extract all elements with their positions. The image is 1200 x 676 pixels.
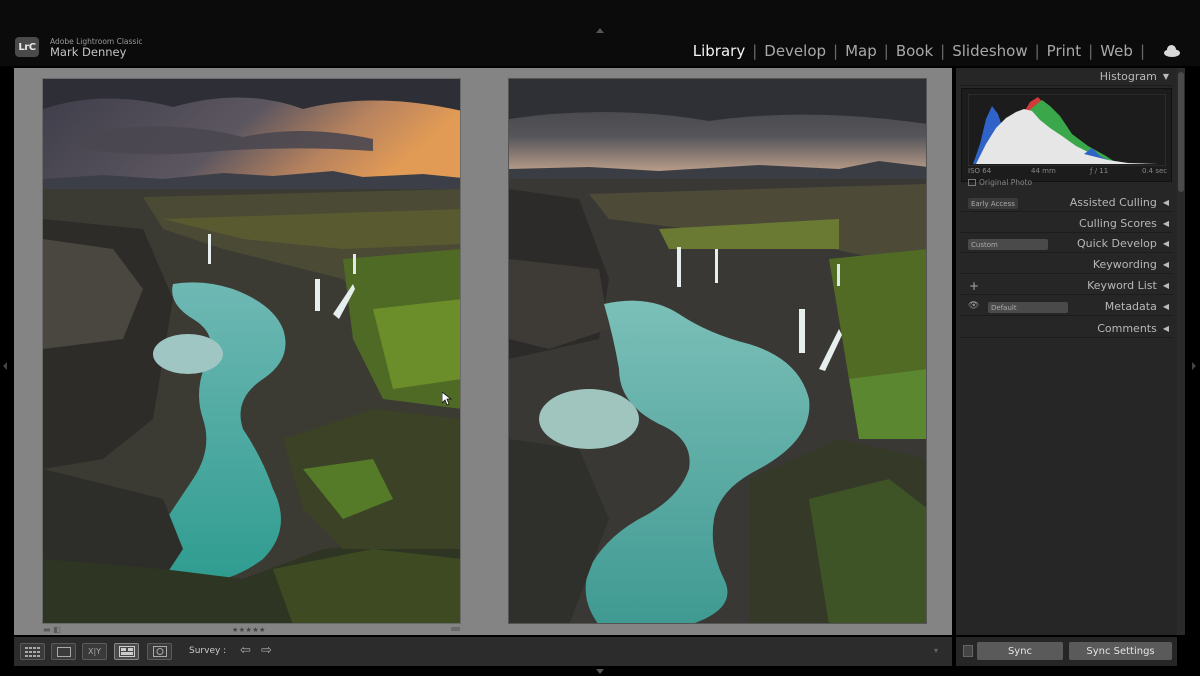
- compare-view-button[interactable]: X|Y: [82, 643, 107, 660]
- module-separator: |: [1139, 42, 1145, 60]
- grid-view-icon: [24, 646, 40, 657]
- panel-collapsed-icon: ◀: [1162, 302, 1169, 311]
- survey-view-area: ✕ ▬ ◧ ★★★★★: [14, 68, 952, 635]
- module-book[interactable]: Book: [896, 42, 933, 60]
- module-separator: |: [1088, 42, 1094, 60]
- select-photo[interactable]: ✕: [42, 78, 461, 624]
- module-print[interactable]: Print: [1047, 42, 1082, 60]
- color-label-swatch[interactable]: [451, 627, 460, 631]
- histogram[interactable]: ISO 64 44 mm ƒ / 11 0.4 sec Original Pho…: [961, 88, 1172, 187]
- comments-title: Comments: [1097, 322, 1157, 335]
- people-view-icon: [152, 646, 167, 657]
- loupe-view-icon: [56, 646, 71, 657]
- right-panel-toggle-icon[interactable]: [1192, 362, 1196, 370]
- module-separator: |: [752, 42, 758, 60]
- panel-collapsed-icon: ◀: [1162, 198, 1169, 207]
- survey-view-icon: [118, 646, 135, 657]
- metadata-preset-select[interactable]: Default: [988, 302, 1068, 313]
- canyon-photo-image: [43, 79, 460, 623]
- checkbox-icon[interactable]: [968, 179, 976, 186]
- panel-collapsed-icon: ◀: [1162, 260, 1169, 269]
- people-view-button[interactable]: [147, 643, 172, 660]
- user-name: Mark Denney: [50, 45, 127, 59]
- metadata-panel-header[interactable]: 👁 Default Metadata ◀: [960, 298, 1173, 316]
- lrc-logo: LrC: [15, 37, 39, 57]
- previous-photo-button[interactable]: ⇦: [240, 643, 251, 658]
- metadata-title: Metadata: [1104, 300, 1157, 313]
- quick-develop-title: Quick Develop: [1076, 237, 1157, 250]
- identity-plate-bar: LrC Adobe Lightroom Classic Mark Denney …: [0, 0, 1200, 66]
- quick-develop-panel-header[interactable]: Custom Quick Develop ◀: [960, 235, 1173, 253]
- toolbar: X|Y Survey : ⇦ ⇨ ▾: [14, 637, 952, 666]
- exif-aperture: ƒ / 11: [1090, 167, 1109, 175]
- module-map[interactable]: Map: [845, 42, 877, 60]
- auto-sync-switch[interactable]: [963, 645, 973, 657]
- next-photo-button[interactable]: ⇨: [261, 643, 272, 658]
- canyon-photo-image: [509, 79, 926, 623]
- early-access-badge: Early Access: [968, 198, 1018, 209]
- loupe-view-button[interactable]: [51, 643, 76, 660]
- comments-panel-header[interactable]: Comments ◀: [960, 320, 1173, 338]
- assisted-culling-title: Assisted Culling: [1069, 196, 1157, 209]
- survey-view-button[interactable]: [114, 643, 139, 660]
- culling-scores-title: Culling Scores: [1079, 217, 1157, 230]
- keyword-list-panel-header[interactable]: + Keyword List ◀: [960, 277, 1173, 295]
- star-rating[interactable]: ★★★★★: [232, 626, 266, 634]
- keywording-title: Keywording: [1092, 258, 1157, 271]
- panel-collapsed-icon: ◀: [1162, 239, 1169, 248]
- module-separator: |: [883, 42, 889, 60]
- exif-focal-length: 44 mm: [1031, 167, 1056, 175]
- flag-icon[interactable]: ▬ ◧: [43, 625, 61, 634]
- panel-expanded-icon: ▼: [1162, 72, 1169, 81]
- module-library[interactable]: Library: [693, 42, 745, 60]
- module-web[interactable]: Web: [1100, 42, 1133, 60]
- module-picker: Library | Develop | Map | Book | Slidesh…: [693, 41, 1182, 61]
- module-slideshow[interactable]: Slideshow: [952, 42, 1027, 60]
- sync-button[interactable]: Sync: [977, 642, 1063, 660]
- bottom-panel-toggle-icon[interactable]: [596, 669, 604, 674]
- panel-collapsed-icon: ◀: [1162, 281, 1169, 290]
- eye-icon[interactable]: 👁: [968, 301, 979, 311]
- pointer-cursor-icon: [442, 392, 452, 406]
- histogram-panel-header[interactable]: Histogram ▼: [960, 68, 1173, 86]
- module-develop[interactable]: Develop: [764, 42, 826, 60]
- original-photo-toggle[interactable]: Original Photo: [968, 178, 1032, 187]
- candidate-photo[interactable]: [508, 78, 927, 624]
- exif-shutter: 0.4 sec: [1142, 167, 1168, 175]
- grid-view-button[interactable]: [20, 643, 45, 660]
- compare-view-icon: X|Y: [87, 647, 102, 656]
- right-panel-scrollbar[interactable]: [1177, 68, 1185, 635]
- keyword-list-title: Keyword List: [1087, 279, 1157, 292]
- panel-collapsed-icon: ◀: [1162, 324, 1169, 333]
- panel-collapsed-icon: ◀: [1162, 219, 1169, 228]
- right-panel-group: Histogram ▼ ISO 64 44 mm ƒ / 11 0.4 sec …: [956, 68, 1177, 635]
- assisted-culling-panel-header[interactable]: Early Access Assisted Culling ◀: [960, 194, 1173, 212]
- module-separator: |: [1034, 42, 1040, 60]
- sync-settings-button[interactable]: Sync Settings: [1069, 642, 1172, 660]
- exif-iso: ISO 64: [968, 167, 992, 175]
- left-panel-toggle-icon[interactable]: [3, 362, 7, 370]
- module-separator: |: [940, 42, 946, 60]
- histogram-chart: [968, 94, 1166, 166]
- cloud-icon[interactable]: [1162, 45, 1182, 57]
- toolbar-content-menu-icon[interactable]: ▾: [934, 646, 938, 655]
- saved-preset-select[interactable]: Custom: [968, 239, 1048, 250]
- top-panel-toggle-icon[interactable]: [596, 28, 604, 33]
- original-photo-label: Original Photo: [979, 178, 1033, 187]
- scrollbar-thumb[interactable]: [1178, 72, 1184, 192]
- sync-bar: Sync Sync Settings: [956, 637, 1177, 666]
- culling-scores-panel-header[interactable]: Culling Scores ◀: [960, 215, 1173, 233]
- module-separator: |: [833, 42, 839, 60]
- histogram-panel-title: Histogram: [1099, 70, 1157, 83]
- keywording-panel-header[interactable]: Keywording ◀: [960, 256, 1173, 274]
- survey-label: Survey :: [189, 646, 227, 656]
- add-keyword-icon[interactable]: +: [969, 279, 979, 293]
